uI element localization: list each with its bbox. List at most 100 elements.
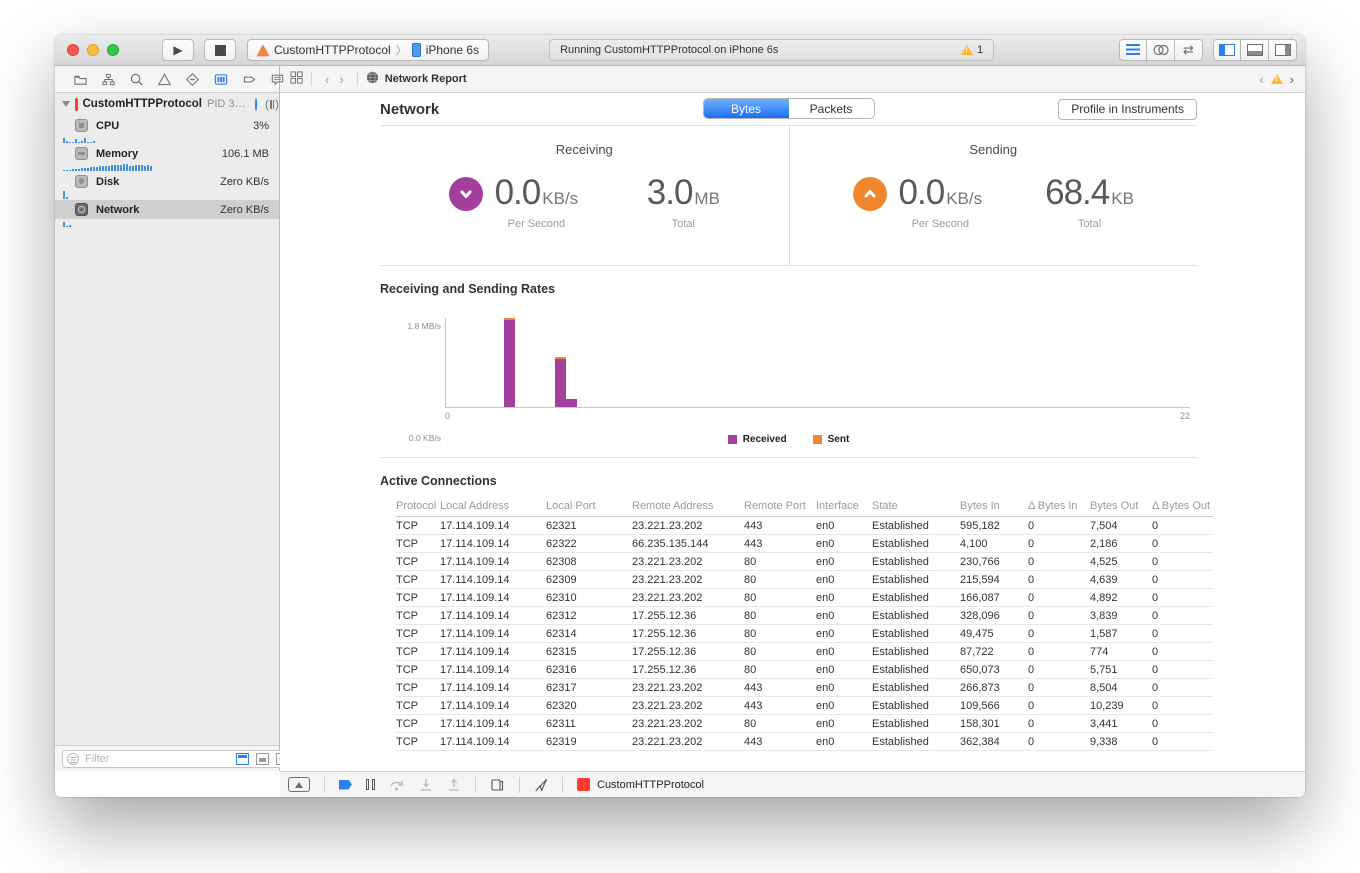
column-header[interactable]: Interface [816, 498, 872, 517]
table-cell: TCP [396, 643, 440, 661]
warning-icon[interactable]: ! [961, 45, 973, 55]
table-cell: 443 [744, 697, 816, 715]
step-into-button[interactable] [419, 778, 433, 792]
assistant-editor-button[interactable] [1147, 39, 1175, 61]
zoom-window-button[interactable] [107, 44, 119, 56]
previous-issue-button[interactable]: ‹ [1258, 72, 1264, 87]
breakpoints-toggle-button[interactable] [339, 780, 352, 790]
table-cell: Established [872, 517, 960, 535]
segment-packets[interactable]: Packets [789, 99, 874, 118]
scheme-selector[interactable]: CustomHTTPProtocol 〉 iPhone 6s [247, 39, 489, 61]
test-navigator-icon[interactable] [185, 72, 200, 87]
table-row[interactable]: TCP17.114.109.146231517.255.12.3680en0Es… [396, 643, 1213, 661]
column-header[interactable]: Bytes In [960, 498, 1028, 517]
breakpoint-navigator-icon[interactable] [242, 72, 257, 87]
table-row[interactable]: TCP17.114.109.146231723.221.23.202443en0… [396, 679, 1213, 697]
back-chevron[interactable]: ‹ [320, 72, 334, 87]
profile-in-instruments-button[interactable]: Profile in Instruments [1058, 99, 1197, 120]
table-row[interactable]: TCP17.114.109.146230823.221.23.20280en0E… [396, 553, 1213, 571]
column-header[interactable]: Remote Address [632, 498, 744, 517]
standard-editor-button[interactable] [1119, 39, 1147, 61]
minimize-window-button[interactable] [87, 44, 99, 56]
column-header[interactable]: Protocol [396, 498, 440, 517]
table-cell: en0 [816, 607, 872, 625]
table-cell: 80 [744, 625, 816, 643]
iphone-icon [412, 43, 421, 57]
gauge-row-cpu[interactable]: CPU3% [55, 116, 279, 143]
column-header[interactable]: State [872, 498, 960, 517]
table-cell: 66.235.135.144 [632, 535, 744, 553]
process-row[interactable]: CustomHTTPProtocol PID 3… () [55, 93, 279, 115]
view-debugger-button[interactable] [490, 778, 505, 792]
close-window-button[interactable] [67, 44, 79, 56]
step-over-button[interactable] [389, 778, 405, 792]
table-cell: 23.221.23.202 [632, 715, 744, 733]
next-issue-button[interactable]: › [1289, 72, 1295, 87]
gauge-value: Zero KB/s [220, 204, 269, 216]
related-items-icon[interactable] [290, 71, 303, 87]
jump-bar-title[interactable]: Network Report [385, 73, 467, 85]
table-cell: 0 [1152, 535, 1213, 553]
toggle-debug-area-button[interactable] [1241, 39, 1269, 61]
gauge-row-memory[interactable]: Memory106.1 MB [55, 144, 279, 171]
table-cell: 0 [1152, 625, 1213, 643]
toggle-inspector-button[interactable] [1269, 39, 1297, 61]
debug-process-chip[interactable]: CustomHTTPProtocol [577, 778, 704, 791]
column-header[interactable]: Bytes Out [1090, 498, 1152, 517]
filter-running-toggle-icon[interactable] [236, 753, 249, 765]
step-out-button[interactable] [447, 778, 461, 792]
hide-debug-area-button[interactable] [288, 777, 310, 792]
table-cell: 17.255.12.36 [632, 607, 744, 625]
column-header[interactable]: Δ Bytes Out [1152, 498, 1213, 517]
table-cell: 166,087 [960, 589, 1028, 607]
symbol-navigator-icon[interactable] [101, 72, 116, 87]
segment-bytes[interactable]: Bytes [704, 99, 789, 118]
gauge-row-disk[interactable]: DiskZero KB/s [55, 172, 279, 199]
gauge-icon[interactable] [255, 98, 258, 111]
table-row[interactable]: TCP17.114.109.146231023.221.23.20280en0E… [396, 589, 1213, 607]
table-cell: en0 [816, 715, 872, 733]
forward-chevron[interactable]: › [334, 72, 348, 87]
download-arrow-icon [449, 177, 483, 211]
toggle-navigator-button[interactable] [1213, 39, 1241, 61]
filter-input[interactable] [83, 752, 229, 766]
report-header: Network Bytes Packets Profile in Instrum… [380, 93, 1197, 126]
table-row[interactable]: TCP17.114.109.146232123.221.23.202443en0… [396, 517, 1213, 535]
memory-debug-icon[interactable]: () [265, 97, 279, 111]
column-header[interactable]: Local Port [546, 498, 632, 517]
find-navigator-icon[interactable] [129, 72, 144, 87]
table-row[interactable]: TCP17.114.109.146231417.255.12.3680en0Es… [396, 625, 1213, 643]
filter-field[interactable] [62, 750, 294, 768]
table-cell: TCP [396, 589, 440, 607]
pause-execution-button[interactable] [366, 779, 375, 790]
gauge-row-network[interactable]: NetworkZero KB/s [55, 200, 279, 227]
stop-button[interactable] [204, 39, 236, 61]
table-row[interactable]: TCP17.114.109.146231617.255.12.3680en0Es… [396, 661, 1213, 679]
network-report-editor: Network Bytes Packets Profile in Instrum… [280, 93, 1305, 771]
column-header[interactable]: Δ Bytes In [1028, 498, 1090, 517]
table-row[interactable]: TCP17.114.109.146231217.255.12.3680en0Es… [396, 607, 1213, 625]
issue-warning-icon[interactable]: ! [1271, 74, 1283, 84]
table-cell: 17.114.109.14 [440, 553, 546, 571]
column-header[interactable]: Remote Port [744, 498, 816, 517]
table-row[interactable]: TCP17.114.109.146231123.221.23.20280en0E… [396, 715, 1213, 733]
x-tick-0: 0 [445, 411, 450, 421]
warning-count[interactable]: 1 [977, 44, 983, 56]
process-name: CustomHTTPProtocol [83, 98, 202, 110]
table-cell: 443 [744, 535, 816, 553]
column-header[interactable]: Local Address [440, 498, 546, 517]
table-row[interactable]: TCP17.114.109.146231923.221.23.202443en0… [396, 733, 1213, 751]
table-cell: 266,873 [960, 679, 1028, 697]
simulate-location-button[interactable] [534, 778, 548, 792]
filter-view-toggle-icon[interactable] [256, 753, 269, 765]
table-row[interactable]: TCP17.114.109.146232023.221.23.202443en0… [396, 697, 1213, 715]
issue-navigator-icon[interactable] [157, 72, 172, 87]
table-row[interactable]: TCP17.114.109.146230923.221.23.20280en0E… [396, 571, 1213, 589]
disclosure-triangle-icon[interactable] [62, 101, 70, 107]
table-row[interactable]: TCP17.114.109.146232266.235.135.144443en… [396, 535, 1213, 553]
debug-navigator-icon[interactable] [213, 72, 229, 87]
run-button[interactable]: ▶ [162, 39, 194, 61]
table-cell: 0 [1152, 733, 1213, 751]
version-editor-button[interactable]: ⇄ [1175, 39, 1203, 61]
project-navigator-icon[interactable] [73, 72, 88, 87]
